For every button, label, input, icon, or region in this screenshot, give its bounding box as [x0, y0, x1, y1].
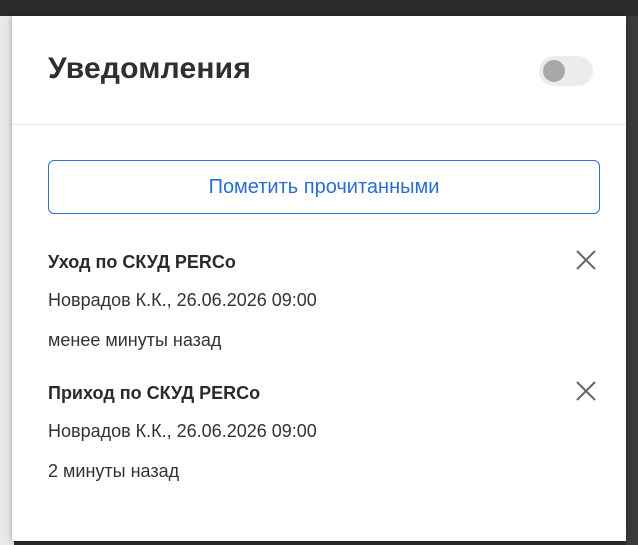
notification-time: менее минуты назад — [48, 330, 222, 350]
notifications-panel: Уведомления Пометить прочитанными Уход п… — [12, 16, 626, 541]
notification-detail: Новрадов К.К., 26.06.2026 09:00 — [48, 421, 317, 441]
notification-title: Приход по СКУД PERCo — [48, 383, 261, 403]
notification-time: 2 минуты назад — [48, 461, 180, 481]
close-icon[interactable] — [574, 248, 598, 272]
notification-detail: Новрадов К.К., 26.06.2026 09:00 — [48, 290, 317, 310]
panel-title: Уведомления — [48, 52, 252, 85]
toggle-knob — [543, 60, 565, 82]
panel-header: Уведомления — [12, 16, 626, 125]
background-app-edge-right — [626, 16, 638, 545]
notification-title: Уход по СКУД PERCo — [48, 252, 236, 272]
close-icon[interactable] — [574, 379, 598, 403]
mark-as-read-button[interactable]: Пометить прочитанными — [48, 160, 600, 214]
notifications-toggle[interactable] — [539, 56, 593, 86]
